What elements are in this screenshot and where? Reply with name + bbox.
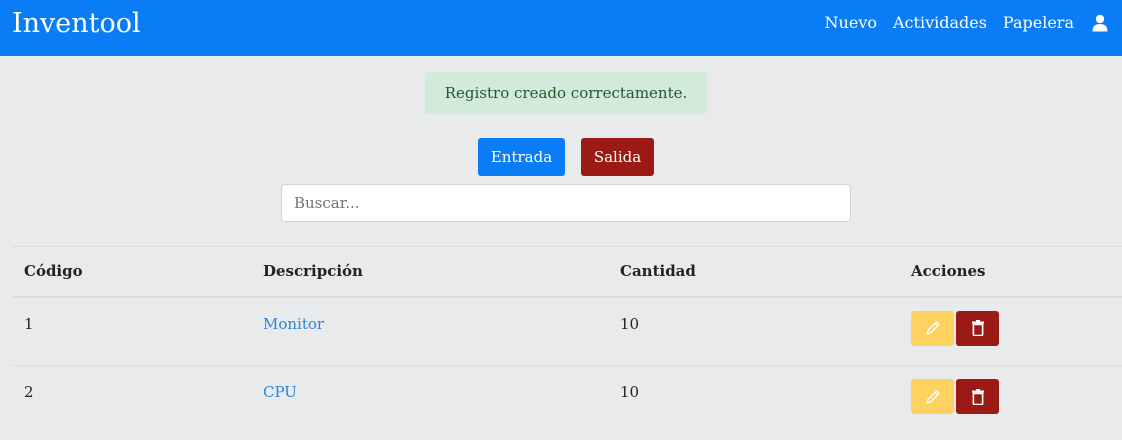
alert-message: Registro creado correctamente. bbox=[444, 84, 688, 102]
pencil-icon bbox=[925, 389, 940, 404]
item-link[interactable]: Monitor bbox=[263, 315, 324, 333]
item-link[interactable]: CPU bbox=[263, 383, 297, 401]
nav-link-nuevo[interactable]: Nuevo bbox=[825, 13, 877, 32]
cell-descripcion: CPU bbox=[251, 366, 608, 435]
table-row: 2 CPU 10 bbox=[12, 366, 1122, 435]
cell-cantidad: 10 bbox=[620, 383, 640, 401]
cell-acciones bbox=[899, 296, 1122, 366]
cell-acciones bbox=[899, 366, 1122, 435]
delete-button[interactable] bbox=[956, 310, 999, 346]
edit-button[interactable] bbox=[911, 310, 954, 346]
cell-cantidad: 10 bbox=[608, 296, 899, 366]
cell-descripcion: Monitor bbox=[251, 296, 608, 366]
entrada-button[interactable]: Entrada bbox=[478, 138, 565, 176]
user-icon[interactable] bbox=[1092, 14, 1108, 32]
cell-codigo: 1 bbox=[12, 296, 251, 366]
header-codigo: Código bbox=[12, 246, 251, 298]
delete-button[interactable] bbox=[956, 379, 999, 414]
salida-button[interactable]: Salida bbox=[581, 138, 654, 176]
header-acciones: Acciones bbox=[899, 246, 1122, 298]
pencil-icon bbox=[925, 321, 940, 335]
inventory-table: Código Descripción Cantidad Acciones 1 M… bbox=[12, 246, 1122, 435]
nav-link-papelera[interactable]: Papelera bbox=[1003, 13, 1074, 32]
header-descripcion: Descripción bbox=[251, 246, 608, 298]
navbar: Inventool Nuevo Actividades Papelera bbox=[0, 0, 1122, 56]
success-alert: Registro creado correctamente. bbox=[425, 72, 707, 114]
cell-codigo: 2 bbox=[24, 383, 34, 401]
edit-button[interactable] bbox=[911, 379, 954, 414]
nav-link-actividades[interactable]: Actividades bbox=[893, 13, 987, 32]
table-header-row: Código Descripción Cantidad Acciones bbox=[12, 246, 1122, 298]
trash-icon bbox=[971, 388, 984, 405]
header-cantidad: Cantidad bbox=[608, 246, 899, 298]
search-input[interactable] bbox=[281, 184, 851, 222]
table-row: 1 Monitor 10 bbox=[12, 296, 1122, 366]
brand-logo[interactable]: Inventool bbox=[12, 8, 141, 39]
nav-links: Nuevo Actividades Papelera bbox=[825, 13, 1108, 32]
trash-icon bbox=[971, 320, 984, 336]
